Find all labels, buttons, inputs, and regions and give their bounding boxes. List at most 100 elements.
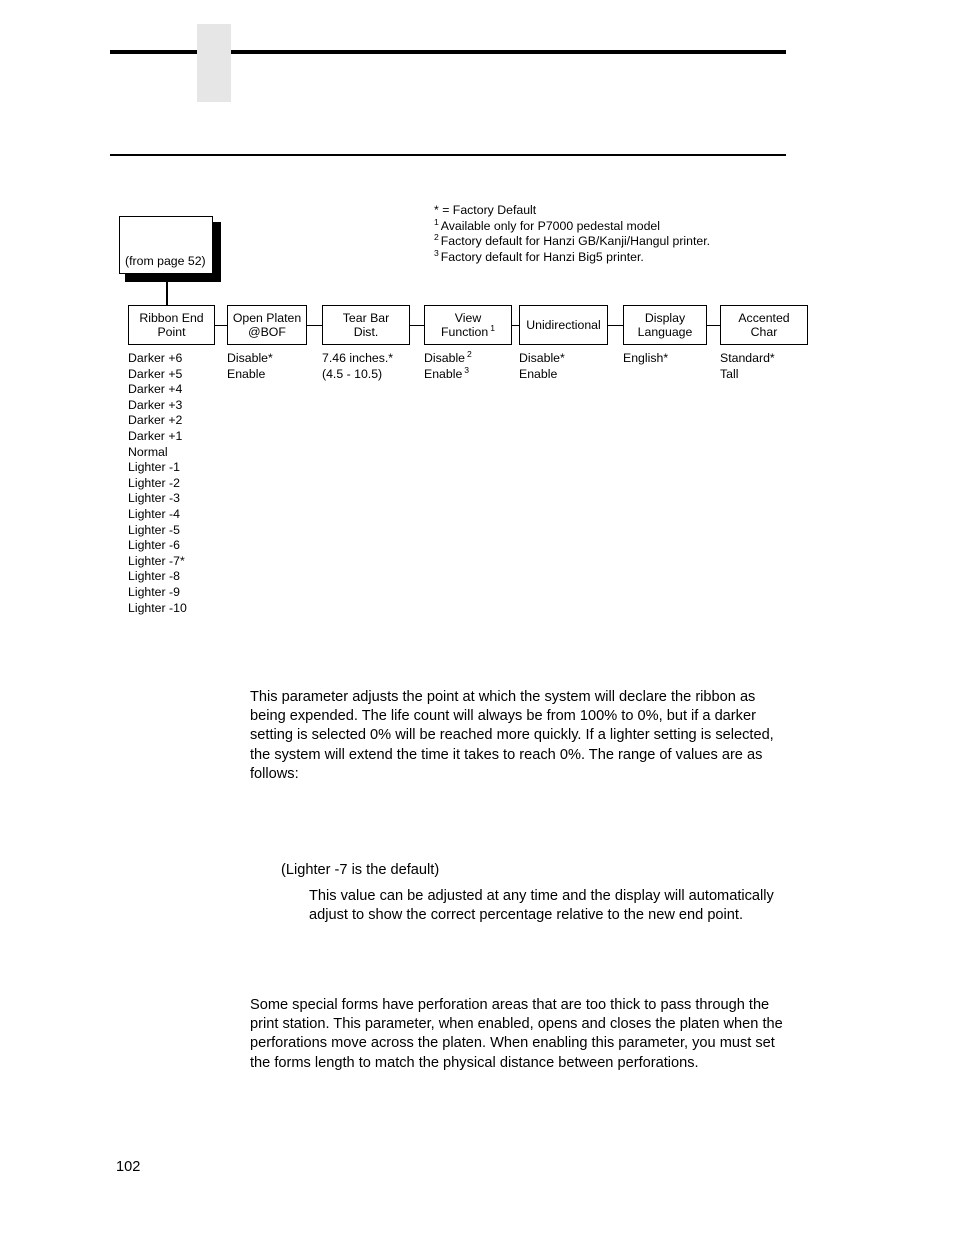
flowchart-node: Display Language (623, 305, 707, 345)
flowchart-value-text: Enable (424, 366, 463, 381)
flowchart-value: Lighter -4 (128, 507, 215, 523)
flowchart-value: Lighter -9 (128, 585, 215, 601)
flowchart-value: Normal (128, 445, 215, 461)
paragraph-ribbon-end-point: This parameter adjusts the point at whic… (250, 689, 774, 782)
flowchart-value-text: Lighter -1 (128, 460, 180, 475)
flowchart-node-title-text: Accented (738, 310, 790, 325)
flowchart-value-text: Darker +1 (128, 428, 183, 443)
flowchart-value-text: Disable* (519, 351, 565, 365)
flowchart-value-text: Lighter -7* (128, 553, 185, 568)
flowchart-node-title-text: Language (637, 325, 693, 339)
legend-marker: 3 (434, 247, 439, 258)
flowchart-value: Lighter -5 (128, 523, 215, 539)
flowchart-value: English* (623, 351, 707, 367)
flowchart-value-text: Lighter -3 (128, 491, 180, 506)
page-number: 102 (116, 1159, 141, 1175)
flowchart-column: Ribbon End Point Darker +6 Darker +5 Darker … (128, 305, 215, 616)
legend-marker: 2 (434, 232, 439, 243)
flowchart-node-title-text: Point (157, 325, 186, 339)
legend-line: * = Factory Default (434, 203, 710, 219)
flowchart-node-title-line: Tear Bar (343, 311, 389, 326)
flowchart-value-text: Lighter -9 (128, 584, 180, 599)
from-page-label: (from page 52) (125, 254, 206, 268)
flowchart-connector (410, 324, 424, 326)
legend-marker: 1 (434, 216, 439, 227)
flowchart-value-text: Darker +6 (128, 351, 183, 365)
flowchart-node-title-line: Display (645, 311, 685, 326)
flowchart-value: Standard* (720, 351, 808, 367)
header-rule-thin (110, 154, 786, 156)
flowchart-node-title-line: Language (638, 325, 693, 340)
flowchart-value-list: 7.46 inches.* (4.5 - 10.5) (322, 351, 410, 382)
footnote-legend: * = Factory Default 1 Available only for P… (434, 203, 710, 265)
flowchart-value-text: Standard* (720, 351, 775, 365)
flowchart-node-title-line: Char (751, 325, 778, 340)
legend-line: 1 Available only for P7000 pedestal model (434, 216, 710, 235)
flowchart-value-text: Lighter -5 (128, 522, 180, 537)
flowchart-node-title-line: Function 1 (441, 324, 495, 340)
flowchart-value-text: Darker +2 (128, 413, 183, 428)
flowchart-node-title-line: Point (157, 325, 185, 340)
from-page-box-frame: (from page 52) (119, 216, 213, 274)
flowchart-column: View Function 1 Disable 2 Enable 3 (424, 305, 512, 382)
legend-line: 3 Factory default for Hanzi Big5 printer. (434, 247, 710, 266)
flowchart-value: (4.5 - 10.5) (322, 367, 410, 383)
flowchart-value-text: Darker +3 (128, 397, 183, 412)
flowchart-node-title-line: @BOF (248, 325, 286, 340)
flowchart-value-list: Darker +6 Darker +5 Darker +4 Darker +3 Dark… (128, 351, 215, 616)
flowchart-node: Unidirectional (519, 305, 608, 345)
flowchart-value-list: Disable 2 Enable 3 (424, 350, 512, 383)
legend-line: 2 Factory default for Hanzi GB/Kanji/Hang… (434, 232, 711, 250)
flowchart-value: Darker +1 (128, 429, 215, 445)
flowchart-vertical-connector (166, 276, 168, 305)
flowchart-value-text: Lighter -4 (128, 506, 180, 521)
flowchart-connector (707, 324, 720, 326)
flowchart-node: Open Platen @BOF (227, 305, 307, 345)
flowchart-node: Ribbon End Point (128, 305, 215, 345)
flowchart-value: Lighter -2 (128, 476, 215, 492)
flowchart-value-text: English* (623, 351, 669, 365)
flowchart-column: Accented Char Standard* Tall (720, 305, 808, 382)
flowchart-node-title-line: Open Platen (233, 311, 301, 326)
flowchart-value: Lighter -8 (128, 569, 215, 585)
flowchart-value: Enable 3 (424, 365, 512, 383)
flowchart-value-text: Lighter -2 (128, 475, 180, 490)
flowchart-value-list: English* (623, 351, 707, 367)
flowchart-value: Tall (720, 367, 808, 383)
flowchart-column: Display Language English* (623, 305, 707, 367)
flowchart-value: Lighter -6 (128, 538, 215, 554)
flowchart-node: View Function 1 (424, 305, 512, 345)
flowchart-value-text: Enable (519, 366, 558, 381)
legend-text: Factory default for Hanzi Big5 printer. (440, 249, 644, 264)
flowchart-node-title-line: Unidirectional (526, 318, 601, 333)
flowchart-node-title-line: View (455, 311, 481, 326)
flowchart-value: Lighter -7* (128, 554, 215, 570)
flowchart-node: Accented Char (720, 305, 808, 345)
flowchart-node-title-text: Tear Bar (342, 310, 390, 325)
legend-text: Available only for P7000 pedestal model (440, 218, 660, 233)
flowchart-value: Enable (519, 367, 608, 383)
paragraph-open-platen: Some special forms have perforation area… (250, 997, 783, 1071)
flowchart-node-title-text: Open Platen (232, 310, 302, 325)
flowchart-value-text: Disable (424, 351, 466, 365)
flowchart-node-title-line: Ribbon End (139, 311, 203, 326)
flowchart-connector (307, 324, 322, 326)
flowchart-value-text: 7.46 inches.* (322, 351, 394, 365)
legend-text: Factory default for Hanzi GB/Kanji/Hangu… (440, 234, 711, 249)
flowchart-column: Tear Bar Dist. 7.46 inches.* (4.5 - 10.5) (322, 305, 410, 382)
flowchart-node-title-text: Dist. (353, 325, 379, 339)
flowchart-column: Unidirectional Disable* Enable (519, 305, 608, 382)
flowchart-node: Tear Bar Dist. (322, 305, 410, 345)
flowchart-node-title-text: Char (750, 325, 778, 339)
flowchart-value: Darker +6 (128, 351, 215, 367)
flowchart-value-text: Lighter -8 (128, 569, 180, 584)
flowchart-value-text: Lighter -6 (128, 538, 180, 553)
flowchart-node-title-line: Accented (738, 311, 789, 326)
flowchart-value-text: Tall (720, 366, 739, 381)
flowchart-value-list: Disable* Enable (519, 351, 608, 382)
flowchart-value: Darker +5 (128, 367, 215, 383)
flowchart-connector (512, 324, 519, 326)
flowchart-node-title-text: Ribbon End (139, 310, 204, 325)
flowchart-value-text: Disable* (227, 351, 273, 365)
flowchart-node-title-text: View (454, 310, 482, 325)
